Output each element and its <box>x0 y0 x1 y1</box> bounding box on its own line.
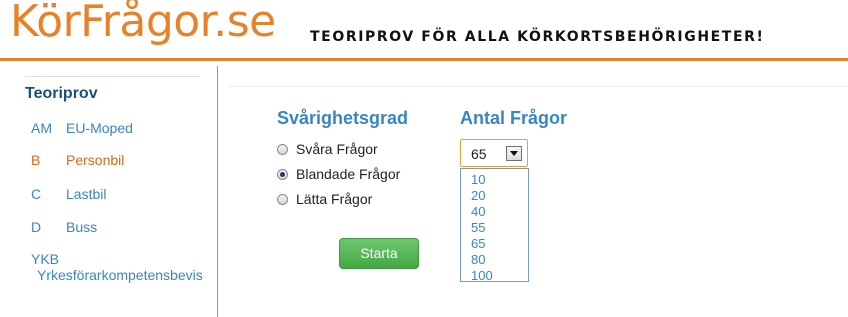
sidebar-item-label: Personbil <box>66 152 125 168</box>
dropdown-option-40[interactable]: 40 <box>471 204 485 220</box>
dropdown-option-20[interactable]: 20 <box>471 188 485 204</box>
radio-label: Lätta Frågor <box>296 191 373 207</box>
difficulty-option-mixed[interactable]: Blandade Frågor <box>277 166 400 182</box>
sidebar-item-label: Lastbil <box>66 186 107 202</box>
header-divider <box>0 58 848 61</box>
chevron-down-icon[interactable] <box>506 146 522 161</box>
site-logo[interactable]: KörFrågor.se <box>10 0 276 47</box>
sidebar-divider <box>217 66 218 317</box>
sidebar-item-code: AM <box>31 120 52 136</box>
radio-label: Blandade Frågor <box>296 166 401 182</box>
sidebar-item-c[interactable]: C Lastbil <box>31 186 106 202</box>
sidebar-item-am[interactable]: AM EU-Moped <box>31 120 133 136</box>
sidebar-item-ykb[interactable]: YKB Yrkesförarkompetensbevis <box>31 251 203 283</box>
select-value: 65 <box>471 146 487 162</box>
dropdown-option-80[interactable]: 80 <box>471 252 485 268</box>
question-count-select[interactable]: 65 <box>460 139 528 167</box>
sidebar-item-label: Yrkesförarkompetensbevis <box>37 267 203 283</box>
question-count-dropdown: 10 20 40 55 65 80 100 <box>460 168 529 284</box>
dropdown-option-65[interactable]: 65 <box>471 236 485 252</box>
dropdown-option-55[interactable]: 55 <box>471 220 485 236</box>
sidebar-item-code: D <box>31 219 42 235</box>
content-top-divider <box>228 86 848 87</box>
radio-label: Svåra Frågor <box>296 141 378 157</box>
radio-button[interactable] <box>277 143 288 155</box>
difficulty-heading: Svårighetsgrad <box>277 108 409 128</box>
sidebar-item-d[interactable]: D Buss <box>31 219 97 235</box>
sidebar-item-code: C <box>31 186 42 202</box>
difficulty-option-hard[interactable]: Svåra Frågor <box>277 141 378 157</box>
sidebar-title: Teoriprov <box>25 85 98 102</box>
start-test-button[interactable]: Starta Testet <box>339 238 419 290</box>
sidebar-item-label: Buss <box>66 219 98 235</box>
dropdown-option-100[interactable]: 100 <box>471 268 493 284</box>
site-tagline: TEORIPROV FÖR ALLA KÖRKORTSBEHÖRIGHETER! <box>310 29 765 45</box>
sidebar-item-code: YKB <box>31 251 60 267</box>
sidebar-item-code: B <box>31 152 41 168</box>
sidebar-top-divider <box>25 76 200 77</box>
sidebar-item-label: EU-Moped <box>66 120 133 136</box>
radio-button[interactable] <box>277 168 288 180</box>
question-count-heading: Antal Frågor <box>460 108 568 128</box>
radio-button[interactable] <box>277 193 288 205</box>
sidebar-item-b[interactable]: B Personbil <box>31 152 124 168</box>
dropdown-option-10[interactable]: 10 <box>471 172 485 188</box>
difficulty-option-easy[interactable]: Lätta Frågor <box>277 191 372 207</box>
